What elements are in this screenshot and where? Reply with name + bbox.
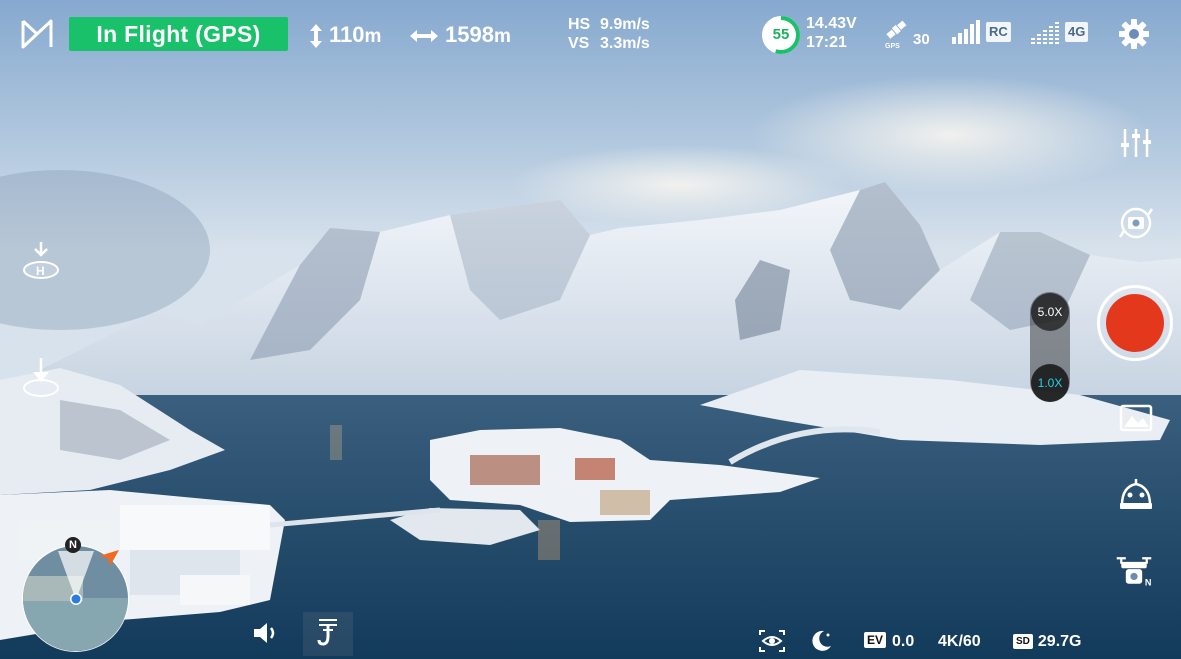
camera-feed <box>0 0 1181 659</box>
payload-button[interactable] <box>303 612 353 656</box>
network-signal-icon <box>1031 22 1059 44</box>
return-home-icon[interactable]: H <box>21 240 61 280</box>
speaker-icon[interactable] <box>252 620 280 646</box>
ev-readout[interactable]: EV 0.0 <box>864 631 914 653</box>
battery-voltage: 14.43V <box>806 15 857 32</box>
ev-value: 0.0 <box>892 633 915 650</box>
distance-arrow-icon <box>410 30 438 43</box>
payload-hook-icon <box>317 619 337 646</box>
gps-label: GPS <box>885 43 900 50</box>
zoom-5x-button[interactable]: 5.0X <box>1031 293 1069 331</box>
gimbal-icon[interactable] <box>1116 475 1156 515</box>
altitude-unit: m <box>364 26 382 47</box>
flight-time: 17:21 <box>806 34 847 51</box>
camera-settings-sliders-icon[interactable] <box>1116 123 1156 163</box>
land-icon[interactable] <box>21 358 61 398</box>
sd-tag: SD <box>1013 634 1033 649</box>
resolution-readout[interactable]: 4K/60 <box>938 631 981 653</box>
rc-signal-icon <box>952 20 980 44</box>
altitude-value: 110 <box>329 22 365 47</box>
minimap-north-label: N <box>65 537 81 553</box>
drone-heading-marker-icon <box>99 550 119 566</box>
speed-readout: HS 9.9m/s VS 3.3m/s <box>568 15 650 53</box>
flight-camera-screen: In Flight (GPS) 110m 1598m HS 9.9m/s VS 3.… <box>0 0 1181 659</box>
distance-readout: 1598m <box>409 20 511 52</box>
night-mode-icon[interactable] <box>810 628 834 654</box>
satellite-icon: GPS <box>885 20 907 50</box>
gps-satellite-count: 30 <box>913 31 930 48</box>
vs-value: 3.3m/s <box>600 35 650 52</box>
hs-value: 9.9m/s <box>600 16 650 33</box>
battery-percent: 55 <box>772 26 790 43</box>
power-readout: 14.43V 17:21 <box>806 14 857 52</box>
gallery-icon[interactable] <box>1116 398 1156 438</box>
storage-value: 29.7G <box>1037 633 1082 650</box>
zoom-1x-button[interactable]: 1.0X <box>1031 364 1069 402</box>
hs-label: HS <box>568 16 591 33</box>
drone-north-label: N <box>1145 578 1152 588</box>
top-status-bar: In Flight (GPS) 110m 1598m HS 9.9m/s VS 3.… <box>0 0 1181 70</box>
distance-unit: m <box>493 26 511 47</box>
vision-icon[interactable] <box>758 629 786 653</box>
flight-mode-badge[interactable]: In Flight (GPS) <box>69 17 288 51</box>
camera-mode-icon[interactable] <box>1116 203 1156 243</box>
network-label: 4G <box>1065 22 1089 42</box>
record-button[interactable] <box>1106 294 1164 352</box>
gear-icon[interactable] <box>1117 17 1151 51</box>
distance-value: 1598 <box>445 22 494 47</box>
rc-label: RC <box>986 22 1011 42</box>
svg-text:H: H <box>36 264 45 278</box>
vs-label: VS <box>568 35 590 52</box>
drone-camera-icon[interactable]: N <box>1114 551 1154 591</box>
ev-tag: EV <box>864 632 887 648</box>
altitude-arrow-icon <box>310 24 322 49</box>
app-logo-icon[interactable] <box>20 17 54 51</box>
storage-readout[interactable]: SD 29.7G <box>1013 631 1082 653</box>
altitude-readout: 110m <box>309 20 381 52</box>
